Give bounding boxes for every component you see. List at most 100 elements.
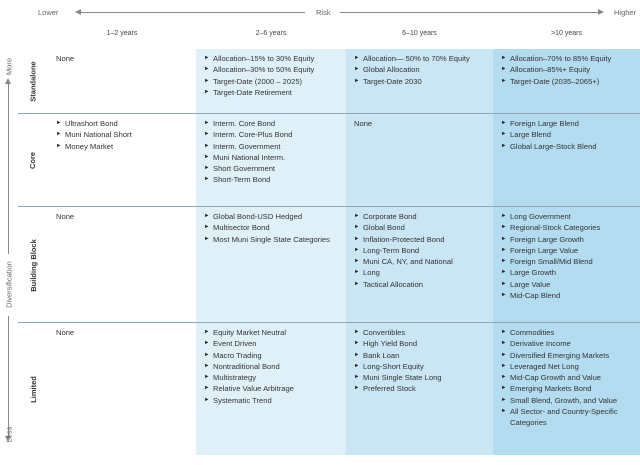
category-item: Muni National Interm. xyxy=(204,152,342,164)
category-item: All Sector- and Country-Specific Categor… xyxy=(501,406,636,429)
div-low-label: Less xyxy=(4,426,14,443)
category-item: Long-Term Bond xyxy=(354,245,489,257)
risk-axis: Lower Risk Higher xyxy=(0,0,640,26)
category-item: Short-Term Bond xyxy=(204,174,342,186)
category-item: Long Government xyxy=(501,211,636,223)
category-item: Foreign Small/Mid Blend xyxy=(501,256,636,268)
category-list: Commodities Derivative Income Diversifie… xyxy=(501,327,636,429)
category-item: Muni CA, NY, and National xyxy=(354,256,489,268)
none-text: None xyxy=(56,54,75,63)
category-list: Corporate Bond Global Bond Inflation-Pro… xyxy=(354,211,489,290)
row-divider xyxy=(18,322,640,323)
row-divider xyxy=(18,113,640,114)
column-header: 2–6 years xyxy=(255,30,287,37)
cell-standalone-2-6-years: Allocation–15% to 30% Equity Allocation–… xyxy=(196,49,346,114)
row-label-core: Core xyxy=(28,151,38,170)
category-item: Target-Date (2035–2065+) xyxy=(501,76,636,88)
category-item: Interm. Core-Plus Bond xyxy=(204,129,342,141)
category-item: Macro Trading xyxy=(204,350,342,362)
category-item: Money Market xyxy=(56,141,192,153)
row-label-building-block: Building Block xyxy=(28,238,38,292)
cell-limited-6-10-years: Convertibles High Yield Bond Bank Loan L… xyxy=(346,323,493,455)
category-list: Long Government Regional-Stock Categorie… xyxy=(501,211,636,302)
cell-building-block-10-plus-years: Long Government Regional-Stock Categorie… xyxy=(493,207,640,323)
category-item: Commodities xyxy=(501,327,636,339)
cell-core-6-10-years: None xyxy=(346,114,493,207)
category-item: Allocation–15% to 30% Equity xyxy=(204,53,342,65)
cell-core-2-6-years: Interm. Core Bond Interm. Core-Plus Bond… xyxy=(196,114,346,207)
risk-low-label: Lower xyxy=(38,8,59,17)
category-item: Convertibles xyxy=(354,327,489,339)
category-list: Allocation–15% to 30% Equity Allocation–… xyxy=(204,53,342,98)
column-header: >10 years xyxy=(551,30,582,37)
category-item: Bank Loan xyxy=(354,350,489,362)
cell-building-block-1-2-years: None xyxy=(48,207,196,323)
risk-axis-title: Risk xyxy=(316,8,331,17)
category-item: Foreign Large Blend xyxy=(501,118,636,130)
cell-limited-1-2-years: None xyxy=(48,323,196,455)
category-item: Foreign Large Growth xyxy=(501,234,636,246)
cell-standalone-6-10-years: Allocation— 50% to 70% Equity Global All… xyxy=(346,49,493,114)
cell-core-10-plus-years: Foreign Large Blend Large Blend Global L… xyxy=(493,114,640,207)
category-item: Multisector Bond xyxy=(204,222,342,234)
risk-axis-line-right xyxy=(340,12,598,13)
none-text: None xyxy=(56,212,75,221)
category-item: Global Bond xyxy=(354,222,489,234)
category-item: Target-Date 2030 xyxy=(354,76,489,88)
div-high-label: More xyxy=(4,57,14,76)
category-item: Inflation-Protected Bond xyxy=(354,234,489,246)
category-item: Systematic Trend xyxy=(204,395,342,407)
diversification-axis-title: Diversification xyxy=(4,261,14,308)
category-item: High Yield Bond xyxy=(354,338,489,350)
category-item: Long-Short Equity xyxy=(354,361,489,373)
category-item: Mid-Cap Blend xyxy=(501,290,636,302)
category-item: Relative Value Arbitrage xyxy=(204,383,342,395)
none-text: None xyxy=(354,119,373,128)
category-item: Allocation–30% to 50% Equity xyxy=(204,64,342,76)
category-item: Interm. Core Bond xyxy=(204,118,342,130)
cell-standalone-1-2-years: None xyxy=(48,49,196,114)
category-item: Target-Date (2000 – 2025) xyxy=(204,76,342,88)
category-item: Ultrashort Bond xyxy=(56,118,192,130)
category-item: Tactical Allocation xyxy=(354,279,489,291)
category-item: Derivative Income xyxy=(501,338,636,350)
category-item: Global Allocation xyxy=(354,64,489,76)
none-text: None xyxy=(56,328,75,337)
cell-building-block-6-10-years: Corporate Bond Global Bond Inflation-Pro… xyxy=(346,207,493,323)
cell-core-1-2-years: Ultrashort Bond Muni National Short Mone… xyxy=(48,114,196,207)
category-item: Allocation–70% to 85% Equity xyxy=(501,53,636,65)
risk-right-arrow-icon xyxy=(598,9,604,15)
category-item: Global Large-Stock Blend xyxy=(501,141,636,153)
category-list: Global Bond-USD Hedged Multisector Bond … xyxy=(204,211,342,245)
category-list: Equity Market Neutral Event Driven Macro… xyxy=(204,327,342,406)
category-item: Large Growth xyxy=(501,267,636,279)
diversification-axis: More Diversification Less xyxy=(0,34,18,455)
category-item: Large Blend xyxy=(501,129,636,141)
risk-axis-line-left xyxy=(78,12,305,13)
category-item: Diversified Emerging Markets xyxy=(501,350,636,362)
category-item: Most Muni Single State Categories xyxy=(204,234,342,246)
category-list: Allocation— 50% to 70% Equity Global All… xyxy=(354,53,489,87)
category-item: Foreign Large Value xyxy=(501,245,636,257)
cell-limited-2-6-years: Equity Market Neutral Event Driven Macro… xyxy=(196,323,346,455)
category-item: Emerging Markets Bond xyxy=(501,383,636,395)
risk-high-label: Higher xyxy=(614,8,637,17)
category-list: Allocation–70% to 85% Equity Allocation–… xyxy=(501,53,636,87)
category-item: Allocation— 50% to 70% Equity xyxy=(354,53,489,65)
category-item: Allocation–85%+ Equity xyxy=(501,64,636,76)
category-item: Interm. Government xyxy=(204,141,342,153)
category-list: Interm. Core Bond Interm. Core-Plus Bond… xyxy=(204,118,342,186)
category-item: Muni Single State Long xyxy=(354,372,489,384)
column-header: 1–2 years xyxy=(106,30,138,37)
column-header: 6–10 years xyxy=(402,30,437,37)
category-list: Convertibles High Yield Bond Bank Loan L… xyxy=(354,327,489,395)
category-item: Global Bond-USD Hedged xyxy=(204,211,342,223)
category-item: Preferred Stock xyxy=(354,383,489,395)
category-item: Regional-Stock Categories xyxy=(501,222,636,234)
row-label-limited: Limited xyxy=(28,375,38,403)
category-item: Muni National Short xyxy=(56,129,192,141)
cell-standalone-10-plus-years: Allocation–70% to 85% Equity Allocation–… xyxy=(493,49,640,114)
cell-limited-10-plus-years: Commodities Derivative Income Diversifie… xyxy=(493,323,640,455)
category-item: Equity Market Neutral xyxy=(204,327,342,339)
row-divider xyxy=(18,206,640,207)
